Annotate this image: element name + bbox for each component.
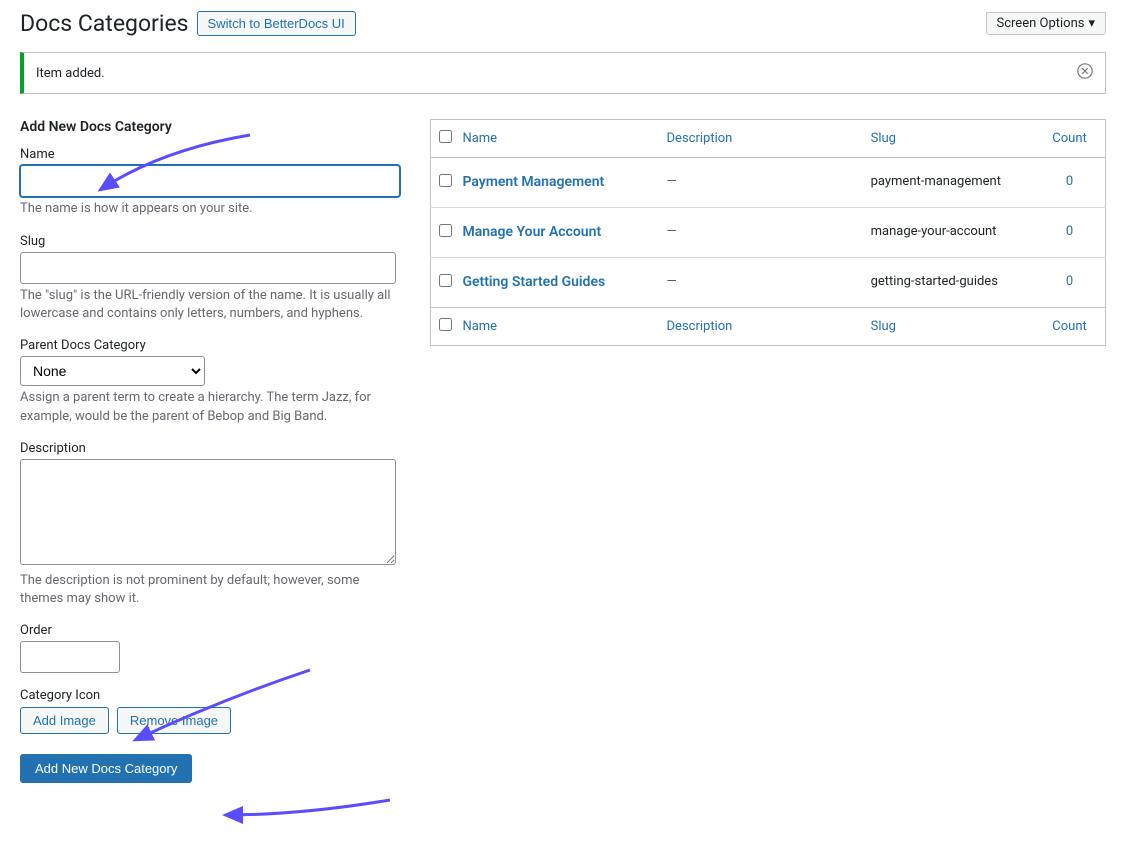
page-title: Docs Categories: [20, 10, 189, 37]
icon-label: Category Icon: [20, 688, 400, 703]
row-checkbox[interactable]: [439, 174, 452, 187]
row-slug: manage-your-account: [871, 224, 997, 239]
description-help: The description is not prominent by defa…: [20, 572, 400, 608]
row-name-link[interactable]: Manage Your Account: [462, 224, 601, 240]
row-slug: getting-started-guides: [871, 274, 998, 289]
categories-table: Name Description Slug Count Payment Mana…: [430, 119, 1106, 346]
description-textarea[interactable]: [20, 459, 396, 565]
name-input[interactable]: [20, 165, 400, 197]
col-description-bottom[interactable]: Description: [667, 319, 733, 334]
row-name-link[interactable]: Getting Started Guides: [462, 274, 605, 290]
select-all-bottom[interactable]: [439, 318, 452, 331]
chevron-down-icon: ▾: [1088, 16, 1095, 31]
notice: Item added.: [20, 52, 1106, 94]
col-name-top[interactable]: Name: [462, 131, 497, 146]
row-checkbox[interactable]: [439, 274, 452, 287]
table-row: Getting Started Guides — getting-started…: [431, 258, 1106, 308]
slug-label: Slug: [20, 234, 400, 249]
close-icon[interactable]: [1077, 63, 1093, 83]
parent-label: Parent Docs Category: [20, 338, 400, 353]
table-row: Payment Management — payment-management …: [431, 158, 1106, 208]
col-count-bottom[interactable]: Count: [1052, 319, 1086, 334]
col-description-top[interactable]: Description: [667, 131, 733, 146]
row-checkbox[interactable]: [439, 224, 452, 237]
submit-button[interactable]: Add New Docs Category: [20, 754, 192, 783]
switch-ui-button[interactable]: Switch to BetterDocs UI: [197, 11, 356, 36]
col-slug-top[interactable]: Slug: [871, 131, 896, 146]
slug-input[interactable]: [20, 252, 396, 284]
form-heading: Add New Docs Category: [20, 119, 400, 135]
name-help: The name is how it appears on your site.: [20, 200, 400, 218]
row-count-link[interactable]: 0: [1066, 274, 1073, 289]
col-count-top[interactable]: Count: [1052, 131, 1086, 146]
remove-image-button[interactable]: Remove Image: [117, 707, 231, 734]
select-all-top[interactable]: [439, 130, 452, 143]
col-name-bottom[interactable]: Name: [462, 319, 497, 334]
row-slug: payment-management: [871, 174, 1001, 189]
screen-options-label: Screen Options: [997, 16, 1085, 31]
parent-select[interactable]: None: [20, 356, 205, 386]
name-label: Name: [20, 147, 400, 162]
row-count-link[interactable]: 0: [1066, 174, 1073, 189]
row-description: —: [667, 224, 677, 239]
add-image-button[interactable]: Add Image: [20, 707, 109, 734]
order-input[interactable]: [20, 641, 120, 673]
order-label: Order: [20, 623, 400, 638]
slug-help: The "slug" is the URL-friendly version o…: [20, 287, 400, 323]
row-description: —: [667, 174, 677, 189]
arrow-annotation: [225, 800, 390, 815]
col-slug-bottom[interactable]: Slug: [871, 319, 896, 334]
parent-help: Assign a parent term to create a hierarc…: [20, 389, 400, 425]
row-description: —: [667, 274, 677, 289]
table-row: Manage Your Account — manage-your-accoun…: [431, 208, 1106, 258]
notice-text: Item added.: [36, 66, 105, 81]
row-count-link[interactable]: 0: [1066, 224, 1073, 239]
description-label: Description: [20, 441, 400, 456]
screen-options-toggle[interactable]: Screen Options ▾: [986, 12, 1107, 35]
row-name-link[interactable]: Payment Management: [462, 174, 604, 190]
